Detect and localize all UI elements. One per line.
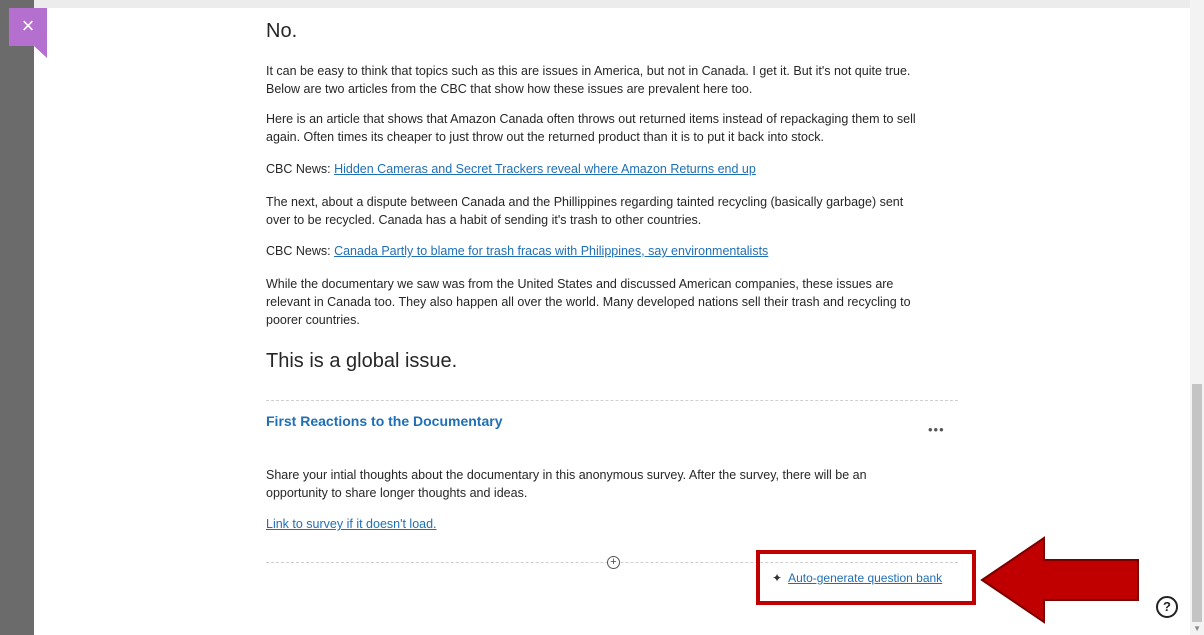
survey-link-line: Link to survey if it doesn't load. [266, 515, 921, 533]
sparkle-icon: ✦ [772, 571, 783, 585]
help-icon[interactable]: ? [1156, 596, 1178, 618]
top-strip [0, 0, 1204, 8]
red-arrow-annotation [980, 536, 1139, 624]
cbc-news-line-2: CBC News: Canada Partly to blame for tra… [266, 242, 921, 260]
paragraph-philippines: The next, about a dispute between Canada… [266, 195, 904, 227]
paragraph-amazon: Here is an article that shows that Amazo… [266, 112, 916, 144]
heading-no: No. [266, 20, 298, 42]
section-description: Share your intial thoughts about the doc… [266, 468, 867, 500]
cbc-news-line-1: CBC News: Hidden Cameras and Secret Trac… [266, 160, 921, 178]
paragraph-global: While the documentary we saw was from th… [266, 277, 911, 327]
paragraph-intro: It can be easy to think that topics such… [266, 64, 911, 96]
close-button-notch [34, 46, 47, 58]
section-divider-top [266, 400, 958, 401]
heading-global-issue: This is a global issue. [266, 350, 458, 372]
more-options-button[interactable]: ••• [928, 422, 945, 437]
auto-generate-label[interactable]: Auto-generate question bank [788, 571, 942, 585]
amazon-returns-link[interactable]: Hidden Cameras and Secret Trackers revea… [334, 162, 756, 176]
left-rail [0, 0, 34, 635]
scroll-down-arrow-icon[interactable]: ▼ [1193, 624, 1201, 633]
cbc-news-label: CBC News: [266, 162, 331, 176]
philippines-trash-link[interactable]: Canada Partly to blame for trash fracas … [334, 244, 768, 258]
close-button[interactable]: × [9, 8, 47, 46]
add-content-icon[interactable]: + [607, 556, 620, 569]
scrollbar-thumb[interactable] [1192, 384, 1202, 622]
auto-generate-question-bank-button[interactable]: ✦ Auto-generate question bank [772, 571, 942, 585]
survey-link[interactable]: Link to survey if it doesn't load. [266, 517, 437, 531]
cbc-news-label: CBC News: [266, 244, 331, 258]
section-title-first-reactions[interactable]: First Reactions to the Documentary [266, 413, 503, 429]
